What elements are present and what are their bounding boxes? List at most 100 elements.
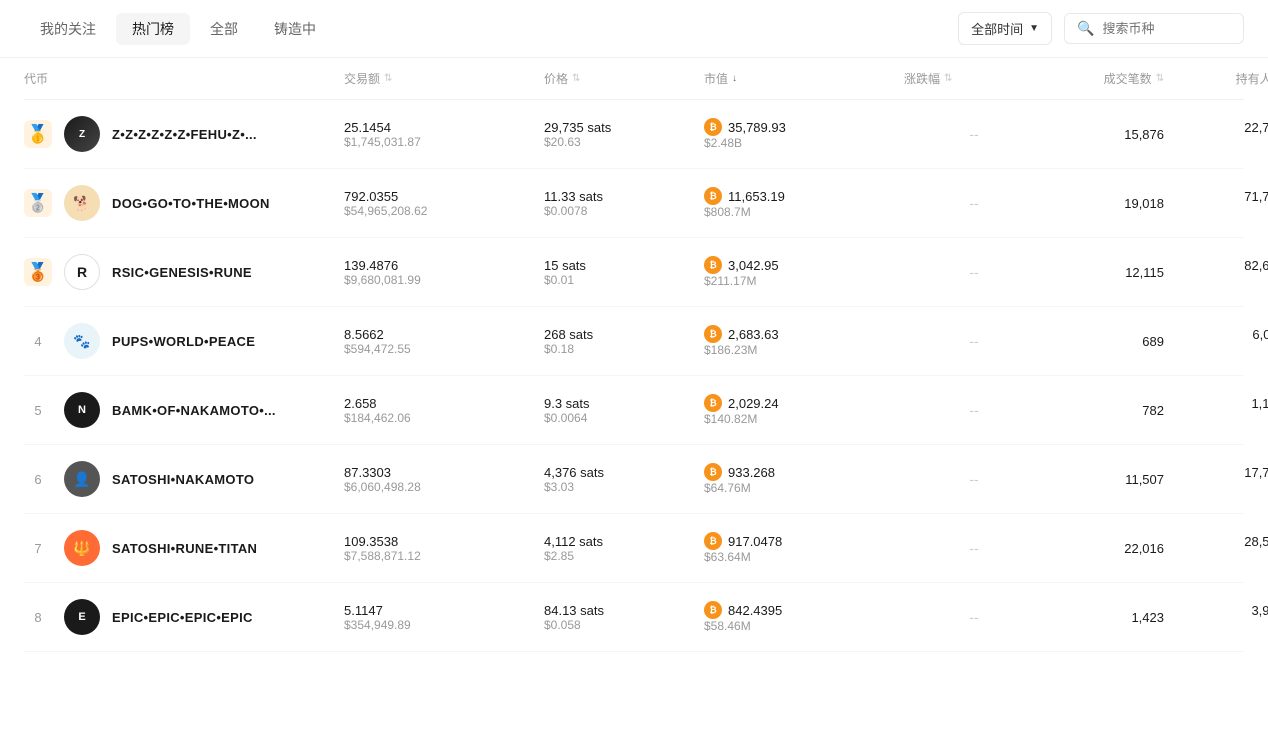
price-usd: $0.058 — [544, 618, 704, 632]
trades-cell: 11,507 — [1044, 472, 1164, 487]
col-holders[interactable]: 持有人⇅ — [1164, 70, 1268, 87]
price-usd: $0.0078 — [544, 204, 704, 218]
coin-cell: 6 👤 SATOSHI•NAKAMOTO — [24, 461, 344, 497]
volume-usd: $54,965,208.62 — [344, 204, 544, 218]
holders-cell: 6,011 -- — [1164, 327, 1268, 356]
mcap-usd: $211.17M — [704, 274, 904, 288]
coin-avatar: 👤 — [64, 461, 100, 497]
price-sats: 11.33 sats — [544, 189, 704, 204]
rank-number: 5 — [24, 403, 52, 418]
sort-volume-icon: ⇅ — [384, 73, 392, 84]
price-sats: 268 sats — [544, 327, 704, 342]
tab-watchlist[interactable]: 我的关注 — [24, 13, 112, 45]
coin-cell: 🥉 R RSIC•GENESIS•RUNE — [24, 254, 344, 290]
price-usd: $3.03 — [544, 480, 704, 494]
col-volume[interactable]: 交易额⇅ — [344, 70, 544, 87]
volume-btc: 8.5662 — [344, 327, 544, 342]
table-row[interactable]: 5 N BAMK•OF•NAKAMOTO•... 2.658 $184,462.… — [24, 376, 1244, 445]
holders-cell: 3,921 -- — [1164, 603, 1268, 632]
volume-usd: $184,462.06 — [344, 411, 544, 425]
table-row[interactable]: 🥉 R RSIC•GENESIS•RUNE 139.4876 $9,680,08… — [24, 238, 1244, 307]
coin-name: BAMK•OF•NAKAMOTO•... — [112, 403, 276, 418]
rank-number: 6 — [24, 472, 52, 487]
table-row[interactable]: 4 🐾 PUPS•WORLD•PEACE 8.5662 $594,472.55 … — [24, 307, 1244, 376]
table-header: 代币 交易额⇅ 价格⇅ 市值↓ 涨跌幅⇅ 成交笔数⇅ 持有人⇅ — [24, 58, 1244, 100]
holders-cell: 82,699 -- — [1164, 258, 1268, 287]
mcap-usd: $58.46M — [704, 619, 904, 633]
volume-cell: 87.3303 $6,060,498.28 — [344, 465, 544, 494]
btc-icon: ₿ — [704, 187, 722, 205]
change-cell: -- — [904, 333, 1044, 349]
search-icon: 🔍 — [1077, 20, 1094, 37]
col-price[interactable]: 价格⇅ — [544, 70, 704, 87]
price-cell: 9.3 sats $0.0064 — [544, 396, 704, 425]
mcap-main-row: ₿ 842.4395 — [704, 601, 904, 619]
mcap-usd: $186.23M — [704, 343, 904, 357]
btc-icon: ₿ — [704, 118, 722, 136]
volume-cell: 2.658 $184,462.06 — [344, 396, 544, 425]
col-token: 代币 — [24, 70, 344, 87]
volume-cell: 792.0355 $54,965,208.62 — [344, 189, 544, 218]
mcap-cell: ₿ 35,789.93 $2.48B — [704, 118, 904, 150]
header: 我的关注 热门榜 全部 铸造中 全部时间 ▼ 🔍 — [0, 0, 1268, 58]
header-controls: 全部时间 ▼ 🔍 — [958, 12, 1244, 45]
mcap-usd: $140.82M — [704, 412, 904, 426]
nav-tabs: 我的关注 热门榜 全部 铸造中 — [24, 13, 934, 45]
table-row[interactable]: 8 E EPIC•EPIC•EPIC•EPIC 5.1147 $354,949.… — [24, 583, 1244, 652]
mcap-main-row: ₿ 933.268 — [704, 463, 904, 481]
col-change[interactable]: 涨跌幅⇅ — [904, 70, 1044, 87]
coin-cell: 5 N BAMK•OF•NAKAMOTO•... — [24, 392, 344, 428]
mcap-usd: $808.7M — [704, 205, 904, 219]
volume-usd: $1,745,031.87 — [344, 135, 544, 149]
volume-cell: 109.3538 $7,588,871.12 — [344, 534, 544, 563]
volume-usd: $354,949.89 — [344, 618, 544, 632]
trades-cell: 22,016 — [1044, 541, 1164, 556]
mcap-cell: ₿ 917.0478 $63.64M — [704, 532, 904, 564]
trades-cell: 689 — [1044, 334, 1164, 349]
mcap-usd: $2.48B — [704, 136, 904, 150]
coin-avatar: E — [64, 599, 100, 635]
volume-btc: 139.4876 — [344, 258, 544, 273]
tab-all[interactable]: 全部 — [194, 13, 254, 45]
price-usd: $20.63 — [544, 135, 704, 149]
table-row[interactable]: 🥇 Z Z•Z•Z•Z•Z•Z•FEHU•Z•... 25.1454 $1,74… — [24, 100, 1244, 169]
coin-avatar: Z — [64, 116, 100, 152]
coin-cell: 4 🐾 PUPS•WORLD•PEACE — [24, 323, 344, 359]
table-row[interactable]: 6 👤 SATOSHI•NAKAMOTO 87.3303 $6,060,498.… — [24, 445, 1244, 514]
mcap-btc: 2,683.63 — [728, 327, 779, 342]
volume-cell: 8.5662 $594,472.55 — [344, 327, 544, 356]
tab-minting[interactable]: 铸造中 — [258, 13, 332, 45]
trades-cell: 1,423 — [1044, 610, 1164, 625]
tab-hot[interactable]: 热门榜 — [116, 13, 190, 45]
mcap-main-row: ₿ 3,042.95 — [704, 256, 904, 274]
volume-btc: 25.1454 — [344, 120, 544, 135]
mcap-main-row: ₿ 35,789.93 — [704, 118, 904, 136]
coin-name: RSIC•GENESIS•RUNE — [112, 265, 252, 280]
time-filter-dropdown[interactable]: 全部时间 ▼ — [958, 12, 1052, 45]
mcap-btc: 2,029.24 — [728, 396, 779, 411]
mcap-cell: ₿ 2,683.63 $186.23M — [704, 325, 904, 357]
volume-cell: 5.1147 $354,949.89 — [344, 603, 544, 632]
change-cell: -- — [904, 264, 1044, 280]
rank-medal: 🥈 — [24, 189, 52, 217]
btc-icon: ₿ — [704, 394, 722, 412]
coin-name: Z•Z•Z•Z•Z•Z•FEHU•Z•... — [112, 127, 257, 142]
mcap-usd: $63.64M — [704, 550, 904, 564]
table-row[interactable]: 7 🔱 SATOSHI•RUNE•TITAN 109.3538 $7,588,8… — [24, 514, 1244, 583]
trades-cell: 19,018 — [1044, 196, 1164, 211]
holders-cell: 22,755 -- — [1164, 120, 1268, 149]
search-input[interactable] — [1102, 21, 1231, 36]
holders-cell: 1,135 -- — [1164, 396, 1268, 425]
mcap-main-row: ₿ 2,029.24 — [704, 394, 904, 412]
mcap-btc: 933.268 — [728, 465, 775, 480]
col-mcap[interactable]: 市值↓ — [704, 70, 904, 87]
rank-number: 8 — [24, 610, 52, 625]
mcap-btc: 11,653.19 — [728, 189, 785, 204]
table-row[interactable]: 🥈 🐕 DOG•GO•TO•THE•MOON 792.0355 $54,965,… — [24, 169, 1244, 238]
coin-avatar: 🐾 — [64, 323, 100, 359]
col-trades[interactable]: 成交笔数⇅ — [1044, 70, 1164, 87]
table-container: 代币 交易额⇅ 价格⇅ 市值↓ 涨跌幅⇅ 成交笔数⇅ 持有人⇅ 🥇 Z Z•Z•… — [0, 58, 1268, 652]
volume-usd: $6,060,498.28 — [344, 480, 544, 494]
mcap-btc: 35,789.93 — [728, 120, 786, 135]
volume-usd: $7,588,871.12 — [344, 549, 544, 563]
